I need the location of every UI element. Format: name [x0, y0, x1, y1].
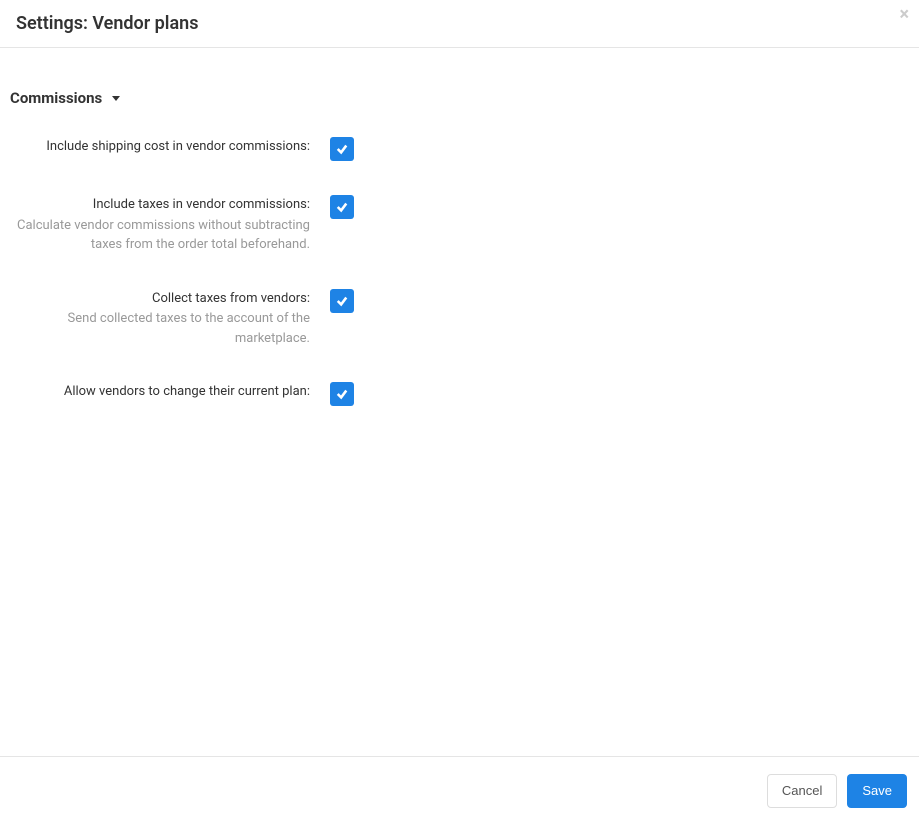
- check-icon: [336, 388, 348, 400]
- check-icon: [336, 143, 348, 155]
- field-allow-change-plan: Allow vendors to change their current pl…: [10, 382, 909, 406]
- field-label-col: Include shipping cost in vendor commissi…: [10, 137, 310, 157]
- section-dropdown[interactable]: Commissions: [10, 89, 120, 107]
- field-control-col: [310, 137, 354, 161]
- modal-content: Commissions Include shipping cost in ven…: [0, 48, 919, 460]
- include-shipping-checkbox[interactable]: [330, 137, 354, 161]
- field-label-col: Collect taxes from vendors: Send collect…: [10, 289, 310, 349]
- field-include-taxes: Include taxes in vendor commissions: Cal…: [10, 195, 909, 255]
- field-include-shipping: Include shipping cost in vendor commissi…: [10, 137, 909, 161]
- modal-footer: Cancel Save: [0, 756, 919, 825]
- field-description: Send collected taxes to the account of t…: [10, 309, 310, 348]
- check-icon: [336, 295, 348, 307]
- allow-change-plan-checkbox[interactable]: [330, 382, 354, 406]
- field-label: Include shipping cost in vendor commissi…: [10, 137, 310, 157]
- field-label-col: Include taxes in vendor commissions: Cal…: [10, 195, 310, 255]
- field-label: Include taxes in vendor commissions:: [10, 195, 310, 215]
- field-control-col: [310, 382, 354, 406]
- field-control-col: [310, 195, 354, 219]
- field-description: Calculate vendor commissions without sub…: [10, 216, 310, 255]
- caret-down-icon: [112, 96, 120, 101]
- page-title: Settings: Vendor plans: [16, 13, 198, 34]
- section-title: Commissions: [10, 89, 102, 107]
- include-taxes-checkbox[interactable]: [330, 195, 354, 219]
- field-label: Collect taxes from vendors:: [10, 289, 310, 309]
- check-icon: [336, 201, 348, 213]
- save-button[interactable]: Save: [847, 774, 907, 808]
- field-label-col: Allow vendors to change their current pl…: [10, 382, 310, 402]
- close-icon[interactable]: ×: [899, 6, 909, 24]
- field-control-col: [310, 289, 354, 313]
- modal-header: Settings: Vendor plans ×: [0, 0, 919, 48]
- field-collect-taxes: Collect taxes from vendors: Send collect…: [10, 289, 909, 349]
- field-label: Allow vendors to change their current pl…: [10, 382, 310, 402]
- collect-taxes-checkbox[interactable]: [330, 289, 354, 313]
- cancel-button[interactable]: Cancel: [767, 774, 837, 808]
